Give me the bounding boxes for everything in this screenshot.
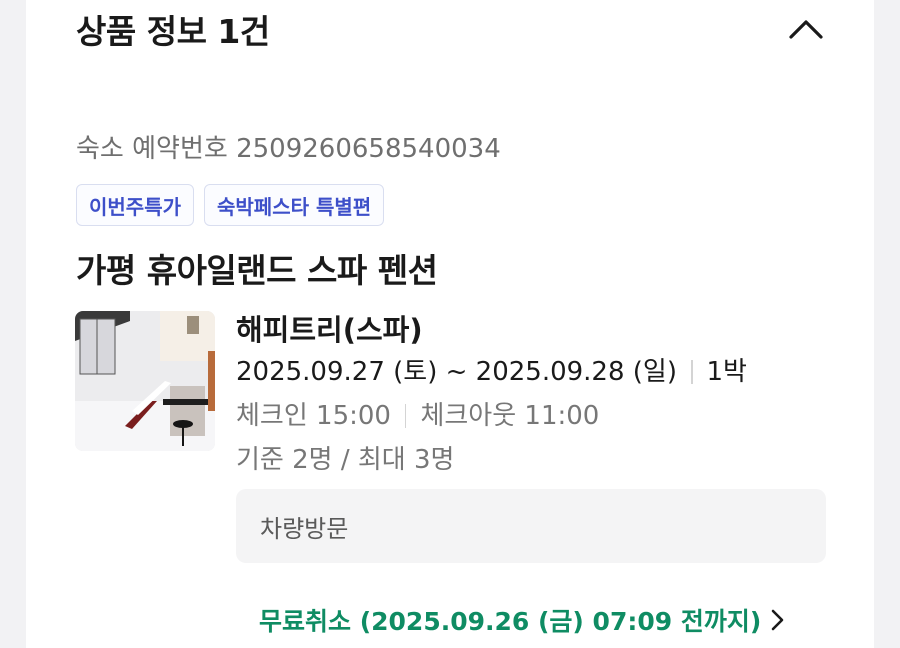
room-details: 해피트리(스파) 2025.09.27 (토) ~ 2025.09.28 (일)…: [236, 310, 826, 482]
check-times: 체크인 15:00 체크아웃 11:00: [236, 394, 826, 438]
free-cancel-text: 무료취소 (2025.09.26 (금) 07:09 전까지): [259, 607, 762, 636]
stay-dates: 2025.09.27 (토) ~ 2025.09.28 (일) 1박: [236, 350, 826, 394]
card-header[interactable]: 상품 정보 1건: [76, 4, 826, 54]
tag-badge: 숙박페스타 특별편: [204, 184, 385, 226]
checkout-time: 체크아웃 11:00: [420, 401, 600, 431]
room-name: 해피트리(스파): [236, 313, 423, 347]
tag-badge: 이번주특가: [76, 184, 194, 226]
reservation-number: 숙소 예약번호 2509260658540034: [76, 128, 501, 165]
divider: [404, 404, 407, 428]
product-info-card: 상품 정보 1건 숙소 예약번호 2509260658540034 이번주특가 …: [26, 0, 874, 648]
collapse-button[interactable]: [786, 9, 826, 49]
reservation-label: 숙소 예약번호: [76, 134, 228, 164]
reservation-value: 2509260658540034: [236, 134, 501, 164]
tag-list: 이번주특가 숙박페스타 특별편: [76, 184, 385, 226]
section-title: 상품 정보 1건: [76, 12, 270, 51]
chevron-up-icon: [789, 20, 823, 39]
free-cancel-link[interactable]: 무료취소 (2025.09.26 (금) 07:09 전까지): [259, 598, 785, 642]
guest-capacity: 기준 2명 / 최대 3명: [236, 445, 455, 475]
chevron-right-icon: [771, 609, 784, 631]
date-range: 2025.09.27 (토) ~ 2025.09.28 (일): [236, 357, 677, 387]
property-name: 가평 휴아일랜드 스파 펜션: [76, 251, 438, 290]
room-photo: [75, 311, 215, 451]
nights-count: 1박: [706, 357, 747, 387]
request-note: 차량방문: [236, 489, 826, 563]
divider: [691, 360, 693, 384]
checkin-time: 체크인 15:00: [236, 401, 391, 431]
